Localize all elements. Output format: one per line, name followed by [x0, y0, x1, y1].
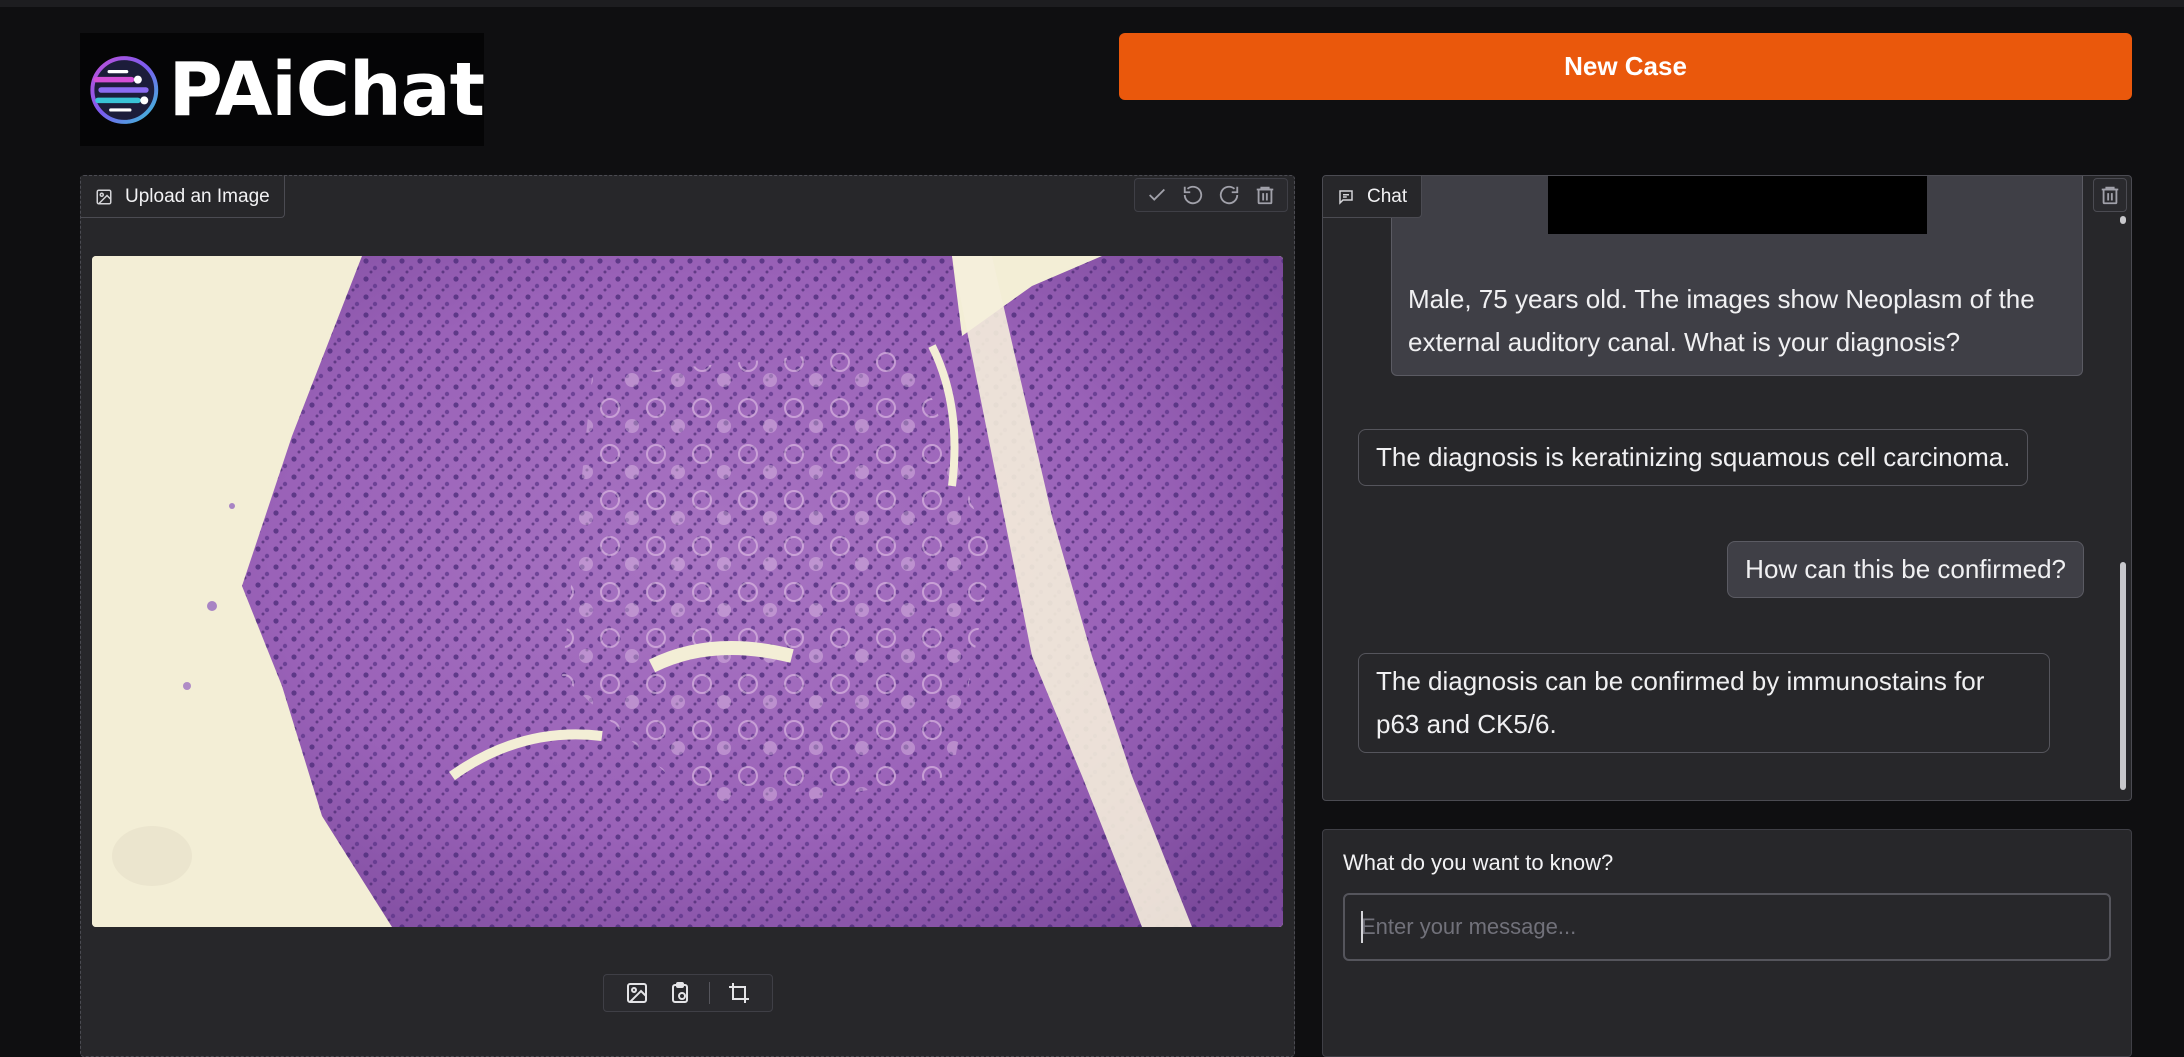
image-icon	[96, 189, 112, 204]
chat-panel: Chat Male, 75 years old. The images show…	[1322, 175, 2132, 801]
app-logo: PAiChat	[80, 33, 485, 146]
clear-chat-button[interactable]	[2093, 178, 2127, 212]
message-input-panel: What do you want to know?	[1322, 829, 2132, 1057]
image-panel-label: Upload an Image	[81, 176, 285, 218]
message-input[interactable]	[1343, 893, 2111, 961]
text-caret	[1361, 911, 1363, 943]
image-upload-icon[interactable]	[623, 979, 651, 1007]
source-divider	[708, 982, 710, 1004]
scrollbar-thumb[interactable]	[2120, 562, 2126, 790]
chat-message-text: How can this be confirmed?	[1745, 554, 2066, 584]
redacted-block	[1548, 176, 1927, 234]
top-strip	[0, 0, 2184, 7]
chat-message-user: How can this be confirmed?	[1727, 541, 2084, 598]
scrollbar-cap	[2120, 216, 2126, 224]
logo-mark-icon	[90, 55, 159, 124]
message-input-label: What do you want to know?	[1343, 850, 1614, 875]
chat-panel-label: Chat	[1323, 176, 1423, 218]
chat-panel-label-text: Chat	[1367, 185, 1408, 207]
logo-text: PAiChat	[168, 46, 485, 133]
trash-icon[interactable]	[1251, 181, 1279, 209]
image-panel-label-text: Upload an Image	[125, 185, 270, 207]
chat-message-assistant: The diagnosis can be confirmed by immuno…	[1358, 653, 2050, 753]
chat-message-text: The diagnosis is keratinizing squamous c…	[1376, 442, 2011, 472]
image-upload-panel[interactable]: Upload an Image	[80, 175, 1295, 1057]
chat-icon	[1339, 189, 1353, 205]
histology-image	[92, 256, 1283, 927]
chat-message-assistant: The diagnosis is keratinizing squamous c…	[1358, 429, 2029, 486]
check-icon[interactable]	[1143, 181, 1171, 209]
trash-icon	[2101, 186, 2119, 205]
new-case-button[interactable]: New Case	[1119, 33, 2132, 100]
chat-message-text: The diagnosis can be confirmed by immuno…	[1376, 666, 1985, 739]
image-source-bar	[603, 974, 773, 1012]
image-toolbar	[1134, 178, 1288, 212]
undo-icon[interactable]	[1179, 181, 1207, 209]
crop-icon[interactable]	[725, 979, 753, 1007]
chat-scrollbar[interactable]	[2117, 212, 2129, 800]
redo-icon[interactable]	[1215, 181, 1243, 209]
clipboard-icon[interactable]	[666, 979, 694, 1007]
chat-message-text: Male, 75 years old. The images show Neop…	[1408, 284, 2035, 357]
